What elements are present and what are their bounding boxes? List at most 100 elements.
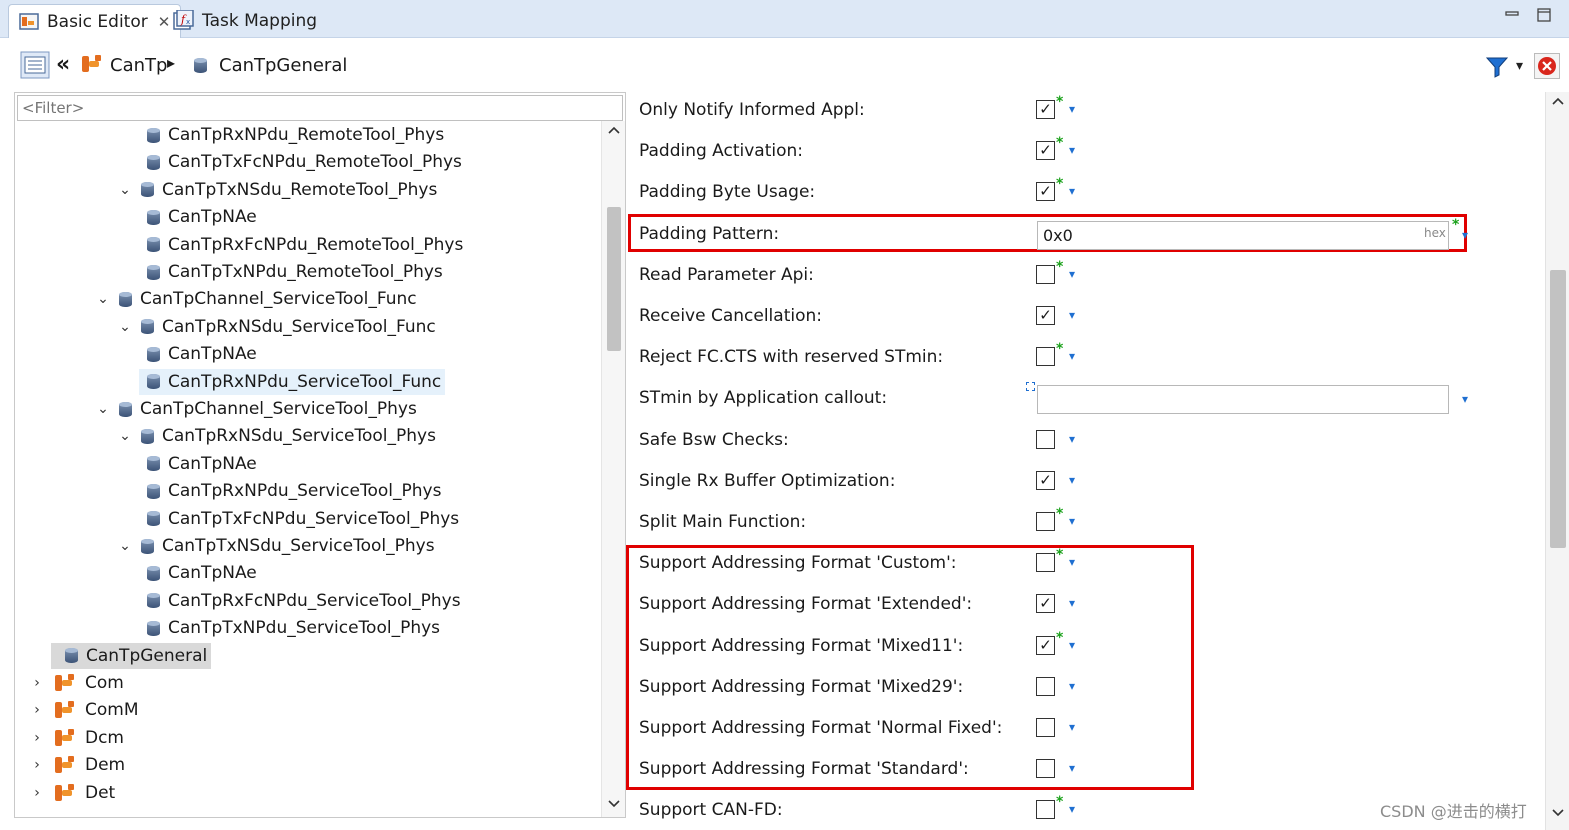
tree-item[interactable]: CanTpTxFcNPdu_ServiceTool_Phys <box>139 506 459 532</box>
properties-scrollbar[interactable] <box>1545 92 1569 830</box>
expand-chevron-icon[interactable]: › <box>29 730 45 746</box>
expand-chevron-icon[interactable]: › <box>29 675 45 691</box>
property-dropdown-icon[interactable]: ▾ <box>1462 228 1468 242</box>
property-dropdown-icon[interactable]: ▾ <box>1069 349 1075 363</box>
property-checkbox[interactable] <box>1036 800 1055 820</box>
tree-item[interactable]: ⌄ CanTpRxNSdu_ServiceTool_Phys <box>117 423 436 449</box>
property-dropdown-icon[interactable]: ▾ <box>1069 143 1075 157</box>
property-dropdown-icon[interactable]: ▾ <box>1069 596 1075 610</box>
tree-item[interactable]: CanTpNAe <box>139 451 257 477</box>
property-checkbox[interactable] <box>1036 347 1055 367</box>
property-dropdown-icon[interactable]: ▾ <box>1462 392 1468 406</box>
tree-item[interactable]: › Dem <box>29 752 125 778</box>
collapse-chevron-icon[interactable]: ⌄ <box>117 319 133 335</box>
tree-item[interactable]: ⌄ CanTpRxNSdu_ServiceTool_Func <box>117 314 436 340</box>
tree-item[interactable]: ⌄ CanTpTxNSdu_RemoteTool_Phys <box>117 177 437 203</box>
property-dropdown-icon[interactable]: ▾ <box>1069 514 1075 528</box>
toggle-tree-icon[interactable] <box>20 51 50 83</box>
breadcrumb-separator-icon[interactable]: ▸ <box>167 53 175 72</box>
tree-item-label: CanTpRxNPdu_ServiceTool_Phys <box>168 481 442 502</box>
property-dropdown-icon[interactable]: ▾ <box>1069 473 1075 487</box>
tab-task-mapping[interactable]: f x Task Mapping <box>162 4 327 38</box>
tree-item[interactable]: ⌄ CanTpChannel_ServiceTool_Phys <box>95 396 417 422</box>
props-scroll-down-icon[interactable] <box>1546 806 1569 822</box>
props-scroll-thumb[interactable] <box>1550 270 1566 548</box>
property-dropdown-icon[interactable]: ▾ <box>1069 761 1075 775</box>
scroll-up-icon[interactable] <box>602 123 625 139</box>
property-dropdown-icon[interactable]: ▾ <box>1069 679 1075 693</box>
tree-scrollbar[interactable] <box>601 121 625 817</box>
property-checkbox[interactable] <box>1036 429 1055 449</box>
tree-panel: CanTpRxNPdu_RemoteTool_Phys CanTpTxFcNPdu… <box>14 92 626 818</box>
property-dropdown-icon[interactable]: ▾ <box>1069 432 1075 446</box>
property-dropdown-icon[interactable]: ▾ <box>1069 555 1075 569</box>
collapse-chevron-icon[interactable]: ⌄ <box>117 538 133 554</box>
property-checkbox[interactable]: ✓ <box>1036 141 1055 161</box>
tree-item[interactable]: CanTpNAe <box>139 341 257 367</box>
property-dropdown-icon[interactable]: ▾ <box>1069 308 1075 322</box>
tab-basic-editor[interactable]: Basic Editor ✕ <box>8 4 182 38</box>
maximize-icon[interactable] <box>1537 8 1551 26</box>
property-dropdown-icon[interactable]: ▾ <box>1069 267 1075 281</box>
property-checkbox[interactable]: ✓ <box>1036 100 1055 119</box>
property-checkbox[interactable]: ✓ <box>1036 470 1055 490</box>
property-checkbox[interactable] <box>1036 718 1055 737</box>
expand-chevron-icon[interactable]: › <box>29 757 45 773</box>
tree-item[interactable]: › ComM <box>29 697 138 723</box>
props-scroll-up-icon[interactable] <box>1546 94 1569 110</box>
collapse-chevron-icon[interactable]: ⌄ <box>117 428 133 444</box>
collapse-chevron-icon[interactable]: ⌄ <box>95 291 111 307</box>
property-dropdown-icon[interactable]: ▾ <box>1069 720 1075 734</box>
tree-item[interactable]: CanTpTxNPdu_RemoteTool_Phys <box>139 259 443 285</box>
tree-item[interactable]: CanTpRxNPdu_ServiceTool_Phys <box>139 478 441 504</box>
tree-item[interactable]: ⌄ CanTpChannel_ServiceTool_Func <box>95 286 417 312</box>
property-checkbox[interactable] <box>1036 264 1055 284</box>
property-dropdown-icon[interactable]: ▾ <box>1069 802 1075 816</box>
breadcrumb-module[interactable]: CanTp <box>110 55 167 76</box>
filter-input[interactable] <box>17 95 623 121</box>
property-dropdown-icon[interactable]: ▾ <box>1069 102 1075 116</box>
collapse-chevron-icon[interactable]: ⌄ <box>117 182 133 198</box>
task-mapping-icon: f x <box>173 10 194 30</box>
tree-item[interactable]: › Com <box>29 670 124 696</box>
tree-item[interactable]: CanTpGeneral <box>51 642 212 669</box>
tree-item[interactable]: › Det <box>29 780 115 806</box>
scroll-down-icon[interactable] <box>602 797 625 813</box>
property-checkbox[interactable] <box>1036 759 1055 779</box>
tree-item[interactable]: CanTpRxNPdu_RemoteTool_Phys <box>139 122 444 148</box>
expand-chevron-icon[interactable]: › <box>29 702 45 718</box>
tree-item[interactable]: CanTpNAe <box>139 204 257 230</box>
funnel-icon[interactable] <box>1485 56 1509 82</box>
red-close-icon[interactable] <box>1534 53 1560 83</box>
tree-item[interactable]: ⌄ CanTpTxNSdu_ServiceTool_Phys <box>117 533 434 559</box>
tree-scroll-thumb[interactable] <box>607 207 621 351</box>
tree-item[interactable]: CanTpRxNPdu_ServiceTool_Func <box>139 368 446 395</box>
modified-asterisk-icon: * <box>1056 258 1064 275</box>
tree-item[interactable]: › Dcm <box>29 725 124 751</box>
filter-dropdown-icon[interactable]: ▾ <box>1516 58 1523 74</box>
property-dropdown-icon[interactable]: ▾ <box>1069 184 1075 198</box>
property-checkbox[interactable]: ✓ <box>1036 182 1055 202</box>
tree-item[interactable]: CanTpRxFcNPdu_ServiceTool_Phys <box>139 588 461 614</box>
tree-item-label: CanTpGeneral <box>86 645 208 666</box>
property-checkbox[interactable]: ✓ <box>1036 635 1055 655</box>
property-checkbox[interactable]: ✓ <box>1036 594 1055 614</box>
module-icon <box>53 699 77 721</box>
breadcrumb-back-icon[interactable]: « <box>56 52 70 77</box>
property-checkbox[interactable] <box>1036 512 1055 531</box>
minimize-icon[interactable] <box>1505 8 1519 24</box>
tree-item[interactable]: CanTpTxFcNPdu_RemoteTool_Phys <box>139 149 462 175</box>
property-text-field[interactable] <box>1037 385 1449 415</box>
collapse-chevron-icon[interactable]: ⌄ <box>95 401 111 417</box>
property-checkbox[interactable]: ✓ <box>1036 306 1055 325</box>
property-text-field[interactable] <box>1037 220 1449 250</box>
property-checkbox[interactable] <box>1036 676 1055 696</box>
property-checkbox[interactable] <box>1036 553 1055 573</box>
property-label: STmin by Application callout: <box>639 388 888 409</box>
property-dropdown-icon[interactable]: ▾ <box>1069 638 1075 652</box>
expand-chevron-icon[interactable]: › <box>29 785 45 801</box>
tree-item[interactable]: CanTpTxNPdu_ServiceTool_Phys <box>139 615 440 641</box>
tree-item[interactable]: CanTpRxFcNPdu_RemoteTool_Phys <box>139 232 463 258</box>
property-row: Padding Byte Usage: ✓ * ▾ <box>626 174 1526 215</box>
tree-item[interactable]: CanTpNAe <box>139 560 257 586</box>
